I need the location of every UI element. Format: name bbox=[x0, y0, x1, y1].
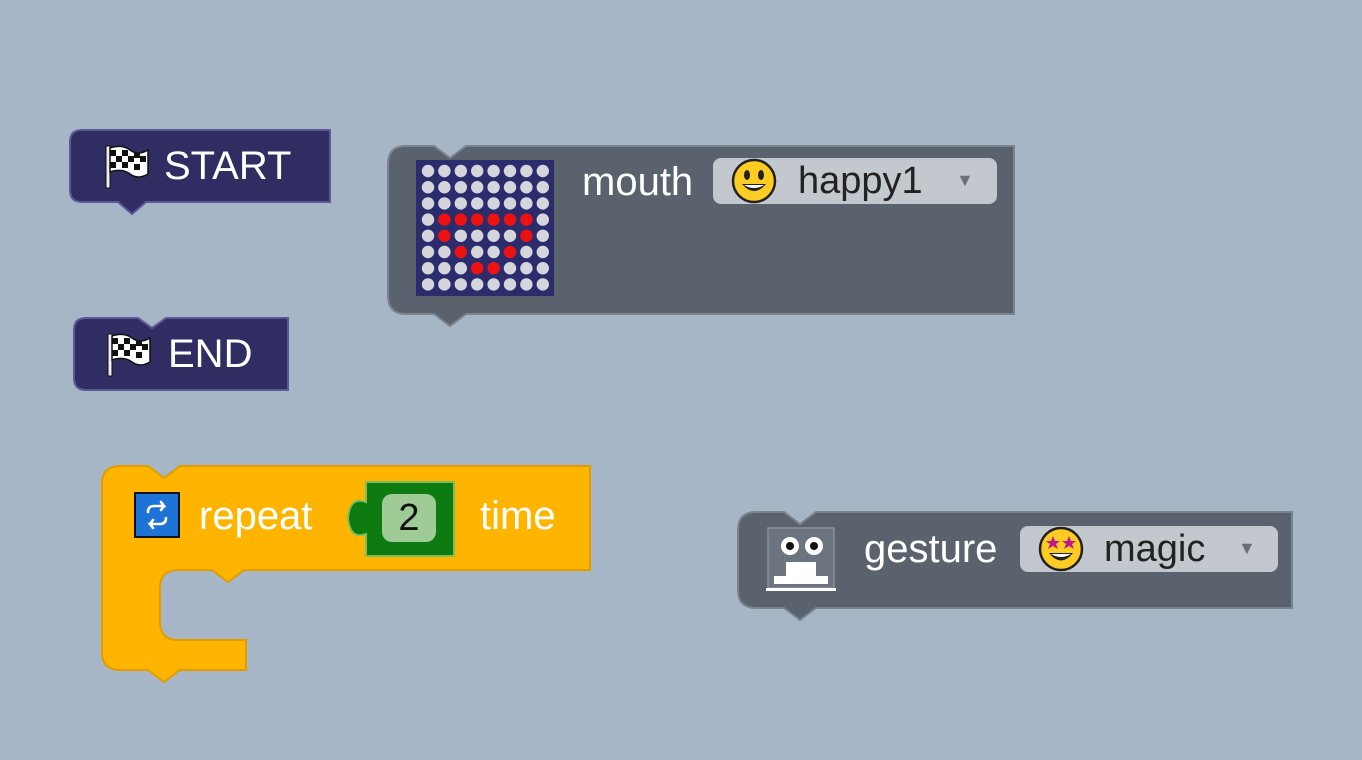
led-dot bbox=[536, 164, 549, 178]
led-dot bbox=[487, 197, 500, 210]
repeat-count-field[interactable]: 2 bbox=[382, 494, 436, 542]
led-dot bbox=[487, 278, 500, 291]
led-dot bbox=[454, 181, 467, 194]
chevron-down-icon: ▼ bbox=[956, 170, 974, 190]
checkered-flag-icon bbox=[104, 330, 152, 383]
chevron-down-icon: ▼ bbox=[1238, 538, 1256, 558]
led-dot bbox=[503, 181, 517, 194]
gesture-block[interactable]: gesture magic ▼ bbox=[736, 510, 1296, 624]
led-dot bbox=[536, 181, 549, 194]
led-matrix-icon bbox=[416, 160, 554, 296]
led-dot bbox=[454, 197, 467, 210]
led-dot bbox=[438, 164, 451, 178]
led-dot bbox=[536, 229, 549, 242]
led-dot bbox=[503, 197, 517, 210]
end-label: END bbox=[168, 332, 253, 376]
led-dot bbox=[520, 164, 533, 178]
led-dot bbox=[421, 278, 435, 291]
led-dot bbox=[520, 278, 533, 291]
led-dot bbox=[503, 164, 517, 178]
led-dot bbox=[421, 164, 435, 178]
led-dot bbox=[471, 213, 484, 226]
repeat-block[interactable]: repeat 2 time bbox=[100, 464, 594, 686]
led-dot bbox=[487, 164, 500, 178]
led-dot bbox=[438, 229, 451, 242]
robot-face-icon bbox=[766, 527, 836, 591]
led-dot bbox=[454, 262, 467, 275]
led-dot bbox=[421, 229, 435, 242]
repeat-count-socket[interactable]: 2 bbox=[344, 480, 456, 558]
end-block[interactable]: END bbox=[72, 317, 290, 392]
repeat-label: repeat bbox=[199, 494, 313, 538]
led-dot bbox=[520, 197, 533, 210]
led-dot bbox=[421, 197, 435, 210]
gesture-dropdown[interactable]: magic ▼ bbox=[1020, 526, 1278, 572]
led-dot bbox=[421, 181, 435, 194]
start-block[interactable]: START bbox=[68, 129, 332, 216]
led-dot bbox=[471, 197, 484, 210]
led-dot bbox=[536, 245, 549, 259]
mouth-dropdown[interactable]: happy1 ▼ bbox=[713, 158, 997, 204]
led-dot bbox=[536, 197, 549, 210]
led-dot bbox=[503, 229, 517, 242]
mouth-block[interactable]: mouth happy1 ▼ bbox=[386, 144, 1016, 328]
mouth-label: mouth bbox=[582, 160, 694, 204]
smiling-face-icon bbox=[731, 158, 777, 204]
led-dot bbox=[487, 262, 500, 275]
repeat-suffix-label: time bbox=[480, 494, 556, 538]
led-dot bbox=[520, 213, 533, 226]
gesture-dropdown-value: magic bbox=[1104, 528, 1206, 570]
led-dot bbox=[487, 245, 500, 259]
led-dot bbox=[438, 278, 451, 291]
led-dot bbox=[503, 213, 517, 226]
led-dot bbox=[520, 245, 533, 259]
checkered-flag-icon bbox=[102, 142, 150, 195]
start-label: START bbox=[164, 144, 292, 188]
led-dot bbox=[438, 245, 451, 259]
led-dot bbox=[520, 181, 533, 194]
loop-arrows-icon bbox=[134, 492, 180, 538]
led-dot bbox=[520, 229, 533, 242]
repeat-count-value: 2 bbox=[398, 497, 420, 539]
led-dot bbox=[503, 278, 517, 291]
led-dot bbox=[536, 262, 549, 275]
led-dot bbox=[471, 262, 484, 275]
led-dot bbox=[421, 262, 435, 275]
led-dot bbox=[438, 181, 451, 194]
led-dot bbox=[454, 278, 467, 291]
led-dot bbox=[471, 181, 484, 194]
led-dot bbox=[503, 245, 517, 259]
star-struck-face-icon bbox=[1038, 526, 1084, 572]
led-dot bbox=[471, 245, 484, 259]
led-dot bbox=[487, 213, 500, 226]
led-dot bbox=[487, 181, 500, 194]
led-dot bbox=[503, 262, 517, 275]
led-dot bbox=[487, 229, 500, 242]
led-dot bbox=[421, 213, 435, 226]
led-dot bbox=[454, 164, 467, 178]
led-dot bbox=[454, 245, 467, 259]
led-dot bbox=[421, 245, 435, 259]
gesture-label: gesture bbox=[864, 527, 998, 571]
led-dot bbox=[471, 229, 484, 242]
led-dot bbox=[438, 197, 451, 210]
led-dot bbox=[438, 262, 451, 275]
led-dot bbox=[438, 213, 451, 226]
led-dot bbox=[471, 164, 484, 178]
mouth-dropdown-value: happy1 bbox=[798, 160, 923, 202]
led-dot bbox=[454, 229, 467, 242]
led-dot bbox=[536, 213, 549, 226]
led-dot bbox=[471, 278, 484, 291]
led-dot bbox=[520, 262, 533, 275]
led-dot bbox=[536, 278, 549, 291]
led-dot bbox=[454, 213, 467, 226]
